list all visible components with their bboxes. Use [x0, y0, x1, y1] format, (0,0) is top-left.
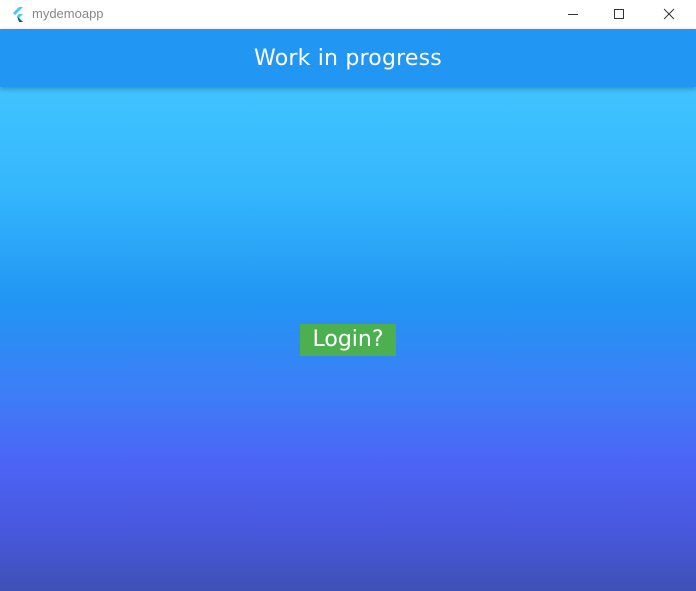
app-window: mydemoapp Work in progress Login? — [0, 0, 696, 591]
minimize-icon — [567, 5, 579, 24]
flutter-logo-icon — [10, 6, 26, 22]
login-button[interactable]: Login? — [300, 324, 396, 356]
close-button[interactable] — [646, 0, 692, 29]
page-title: Work in progress — [254, 45, 442, 71]
maximize-icon — [613, 5, 625, 24]
minimize-button[interactable] — [550, 0, 596, 29]
app-bar: Work in progress — [0, 29, 696, 87]
close-icon — [663, 5, 675, 24]
window-title: mydemoapp — [32, 6, 104, 21]
maximize-button[interactable] — [596, 0, 642, 29]
title-bar[interactable]: mydemoapp — [0, 0, 696, 29]
gradient-body: Login? — [0, 87, 696, 591]
